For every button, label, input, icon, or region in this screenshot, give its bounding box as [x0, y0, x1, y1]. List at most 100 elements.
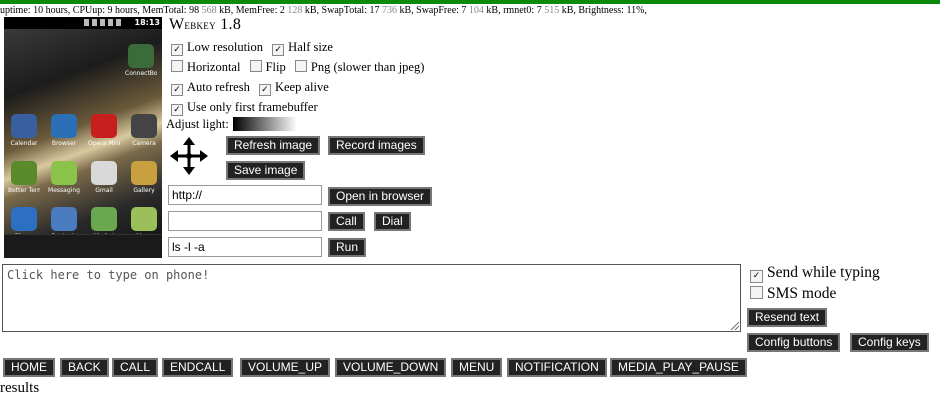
memtotal-value: 98 [189, 5, 200, 16]
phone-app-icon [51, 114, 77, 138]
resize-grip-icon[interactable] [731, 322, 739, 330]
phone-app-icon [51, 161, 77, 185]
uptime-label: uptime: [0, 5, 31, 16]
memfree-label: kB, MemFree: [219, 5, 278, 16]
phone-app-0[interactable]: ConnectBot [125, 44, 157, 77]
sms-mode-label: SMS mode [767, 285, 837, 302]
phone-app-7[interactable]: Gmail [88, 161, 120, 194]
uptime-value: 10 hours, [33, 5, 71, 16]
auto-refresh-checkbox[interactable]: ✓ [171, 84, 183, 96]
flip-checkbox[interactable] [249, 60, 262, 72]
key-button-home[interactable]: HOME [3, 358, 55, 377]
phone-app-label: ConnectBot [125, 70, 157, 77]
app-version: 1.8 [220, 16, 242, 33]
record-images-button[interactable]: Record images [328, 136, 425, 155]
swaptotal-label: kB, SwapTotal: [304, 5, 367, 16]
flip-label: Flip [265, 60, 286, 74]
config-buttons-button[interactable]: Config buttons [747, 333, 841, 352]
first-framebuffer-label: Use only first framebuffer [187, 100, 318, 114]
key-button-call[interactable]: CALL [112, 358, 159, 377]
phone-app-icon [128, 44, 154, 68]
swapfree-value-grey: 104 [468, 5, 484, 16]
dial-button[interactable]: Dial [374, 212, 411, 231]
rmnet-value-grey: 515 [544, 5, 560, 16]
phone-app-icon [131, 207, 157, 231]
send-while-typing-label: Send while typing [767, 264, 880, 281]
phone-app-8[interactable]: Gallery [128, 161, 160, 194]
phone-number-input[interactable] [168, 211, 322, 231]
type-on-phone-textarea[interactable]: Click here to type on phone! [2, 264, 741, 332]
send-while-typing-checkbox[interactable]: ✓ [750, 270, 763, 283]
phone-app-2[interactable]: Browser [48, 114, 80, 147]
phone-app-icon [11, 207, 37, 231]
top-accent-line [0, 0, 940, 4]
png-checkbox[interactable] [294, 60, 307, 72]
phone-app-label: Better Terminal [8, 187, 40, 194]
phone-dock [4, 234, 162, 258]
phone-app-label: Opera Mini [88, 140, 120, 147]
phone-app-1[interactable]: Calendar [8, 114, 40, 147]
phone-app-label: Gmail [95, 187, 113, 194]
keep-alive-label: Keep alive [274, 80, 329, 94]
phone-app-6[interactable]: Messaging [48, 161, 80, 194]
cpuup-label: CPUup: [72, 5, 106, 16]
key-button-volume-up[interactable]: VOLUME_UP [240, 358, 331, 377]
phone-app-icon [91, 114, 117, 138]
phone-app-icon [91, 161, 117, 185]
phone-app-icon [131, 161, 157, 185]
memtotal-label: MemTotal: [142, 5, 187, 16]
app-title-first-letter: W [169, 16, 185, 33]
phone-app-label: Camera [132, 140, 156, 147]
open-in-browser-button[interactable]: Open in browser [328, 187, 433, 206]
app-title: Webkey 1.8 [169, 16, 241, 34]
rmnet-label: kB, rmnet0: [486, 5, 535, 16]
key-button-back[interactable]: BACK [60, 358, 109, 377]
phone-clock: 18:13 [134, 18, 160, 27]
brightness-value: 11%, [626, 5, 647, 16]
call-button[interactable]: Call [328, 212, 365, 231]
memfree-value: 2 [279, 5, 285, 16]
phone-app-icon [11, 114, 37, 138]
phone-app-5[interactable]: Better Terminal [8, 161, 40, 194]
adjust-light-slider[interactable] [232, 117, 297, 131]
swapfree-label: kB, SwapFree: [399, 5, 459, 16]
phone-status-bar: 18:13 [4, 17, 162, 29]
key-button-media-play-pause[interactable]: MEDIA_PLAY_PAUSE [610, 358, 747, 377]
first-framebuffer-checkbox[interactable]: ✓ [171, 104, 183, 116]
horizontal-label: Horizontal [187, 60, 241, 74]
key-button-endcall[interactable]: ENDCALL [162, 358, 234, 377]
half-size-checkbox[interactable]: ✓ [272, 44, 285, 56]
png-label: Png (slower than jpeg) [310, 60, 425, 74]
config-keys-button[interactable]: Config keys [850, 333, 929, 352]
phone-app-3[interactable]: Opera Mini [88, 114, 120, 147]
phone-app-label: Gallery [133, 187, 155, 194]
resend-text-button[interactable]: Resend text [747, 308, 828, 327]
save-image-button[interactable]: Save image [226, 161, 306, 180]
key-button-menu[interactable]: MENU [451, 358, 503, 377]
phone-app-4[interactable]: Camera [128, 114, 160, 147]
memtotal-value-grey: 568 [201, 5, 217, 16]
rmnet-value: 7 [536, 5, 542, 16]
low-resolution-checkbox[interactable]: ✓ [171, 44, 183, 56]
phone-app-icon [91, 207, 117, 231]
horizontal-checkbox[interactable] [171, 60, 183, 72]
refresh-image-button[interactable]: Refresh image [226, 136, 321, 155]
move-arrows-icon[interactable] [170, 137, 208, 175]
sms-mode-checkbox[interactable] [750, 286, 763, 299]
half-size-label: Half size [288, 40, 333, 54]
phone-app-icon [11, 161, 37, 185]
phone-app-label: Messaging [48, 187, 80, 194]
brightness-label: kB, Brightness: [561, 5, 624, 16]
url-input[interactable]: http:// [168, 185, 322, 205]
key-button-notification[interactable]: NOTIFICATION [507, 358, 607, 377]
phone-app-label: Browser [51, 140, 77, 147]
textarea-placeholder: Click here to type on phone! [7, 268, 210, 282]
phone-screen[interactable]: 18:13 ConnectBot Calendar Browser Opera Min… [4, 17, 162, 258]
cpuup-value: 9 hours, [107, 5, 140, 16]
phone-status-icons [84, 19, 124, 26]
command-input[interactable]: ls -l -a [168, 237, 322, 257]
run-button[interactable]: Run [328, 238, 367, 257]
key-button-volume-down[interactable]: VOLUME_DOWN [335, 358, 447, 377]
keep-alive-checkbox[interactable]: ✓ [258, 84, 271, 96]
phone-app-label: Calendar [10, 140, 38, 147]
